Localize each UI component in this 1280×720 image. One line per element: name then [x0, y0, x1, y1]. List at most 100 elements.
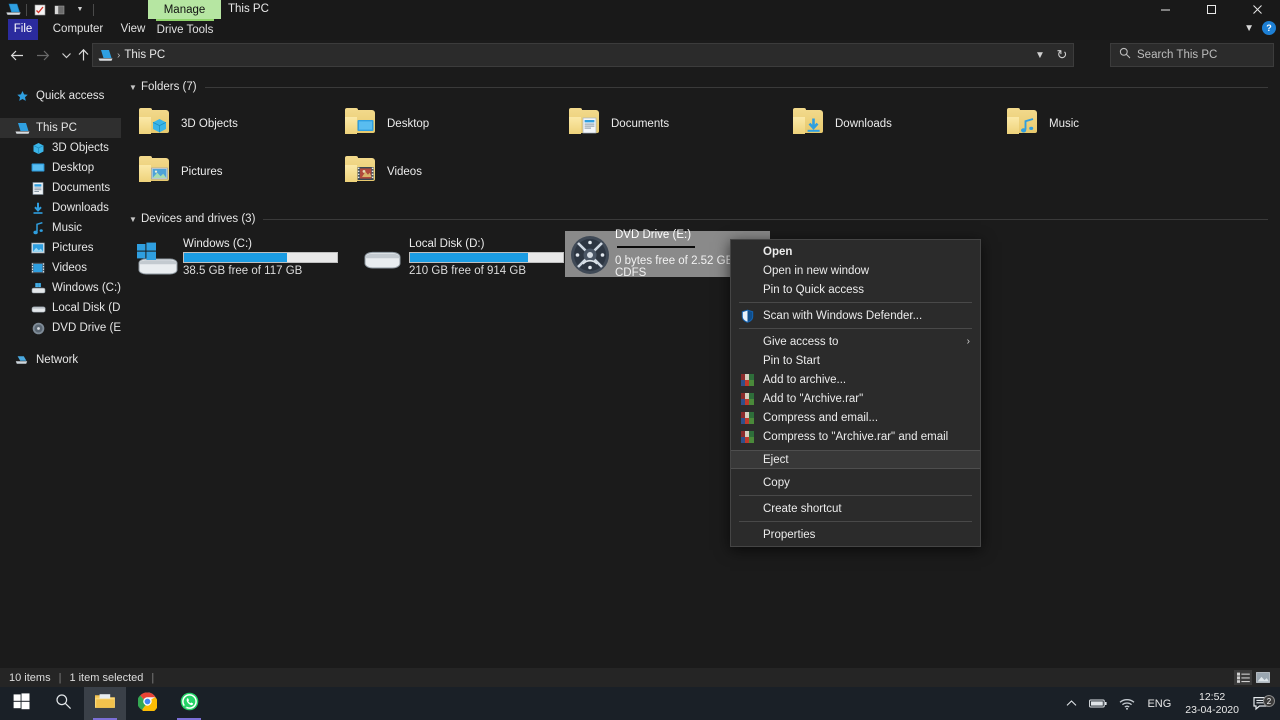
sidebar-item-pictures[interactable]: Pictures — [0, 238, 121, 258]
folder-tile-music[interactable]: Music — [999, 100, 1199, 148]
sidebar-item-dvd-drive-e[interactable]: DVD Drive (E:) Ch — [0, 318, 121, 338]
folder-tile-videos[interactable]: Videos — [337, 148, 537, 196]
menu-icon-placeholder — [739, 334, 755, 350]
tab-view[interactable]: View — [112, 19, 154, 40]
forward-arrow-icon[interactable] — [30, 40, 55, 70]
breadcrumb[interactable]: This PC — [124, 49, 165, 61]
minimize-button[interactable] — [1142, 0, 1188, 19]
group-rule — [205, 87, 1268, 88]
sidebar-item-desktop[interactable]: Desktop — [0, 158, 121, 178]
drive-tile-windows-c[interactable]: Windows (C:) 38.5 GB free of 117 GB — [133, 234, 338, 280]
menu-item-copy[interactable]: Copy — [731, 473, 980, 492]
sidebar-item-downloads[interactable]: Downloads — [0, 198, 121, 218]
windows-logo-icon — [13, 693, 30, 715]
sidebar-item-3d-objects[interactable]: 3D Objects — [0, 138, 121, 158]
address-bar-controls: ▼ ↻ — [1029, 47, 1073, 63]
folder-tile-3d-objects[interactable]: 3D Objects — [131, 100, 331, 148]
start-button[interactable] — [0, 687, 42, 720]
chevron-down-icon[interactable]: ▼ — [129, 215, 141, 224]
sidebar-item-documents[interactable]: Documents — [0, 178, 121, 198]
menu-item-add-to-archive-rar[interactable]: Add to "Archive.rar" — [731, 389, 980, 408]
folder-desktop-icon — [337, 102, 383, 146]
group-header-devices[interactable]: ▼ Devices and drives (3) — [129, 210, 1280, 228]
window-title: This PC — [228, 0, 269, 19]
folder-documents-icon — [561, 102, 607, 146]
clock[interactable]: 12:52 23-04-2020 — [1177, 691, 1247, 717]
sidebar-item-music[interactable]: Music — [0, 218, 121, 238]
menu-item-create-shortcut[interactable]: Create shortcut — [731, 499, 980, 518]
sidebar-item-videos[interactable]: Videos — [0, 258, 121, 278]
sidebar-item-local-disk-d[interactable]: Local Disk (D:) — [0, 298, 121, 318]
maximize-button[interactable] — [1188, 0, 1234, 19]
sidebar-item-windows-c[interactable]: Windows (C:) — [0, 278, 121, 298]
back-arrow-icon[interactable] — [5, 40, 30, 70]
close-button[interactable] — [1234, 0, 1280, 19]
search-button[interactable] — [42, 687, 84, 720]
sidebar-label: Documents — [52, 182, 110, 194]
battery-icon[interactable] — [1083, 698, 1113, 709]
wifi-icon[interactable] — [1113, 698, 1141, 710]
file-explorer-button[interactable] — [84, 687, 126, 720]
menu-item-properties[interactable]: Properties — [731, 525, 980, 544]
sidebar-gap-1 — [0, 106, 121, 118]
menu-item-add-to-archive[interactable]: Add to archive... — [731, 370, 980, 389]
menu-item-pin-to-start[interactable]: Pin to Start — [731, 351, 980, 370]
folder-tile-desktop[interactable]: Desktop — [337, 100, 537, 148]
details-view-icon[interactable] — [1234, 670, 1252, 685]
search-box[interactable]: Search This PC — [1110, 43, 1274, 67]
chevron-down-icon[interactable]: ▼ — [129, 83, 141, 92]
tab-file[interactable]: File — [8, 19, 38, 40]
sidebar-item-this-pc[interactable]: This PC — [0, 118, 121, 138]
folder-name: Downloads — [835, 118, 892, 130]
customize-quick-access-icon[interactable]: ▼ — [71, 1, 89, 19]
address-bar[interactable]: › This PC ▼ ↻ — [92, 43, 1074, 67]
context-menu: Open Open in new window Pin to Quick acc… — [730, 239, 981, 547]
refresh-icon[interactable]: ↻ — [1051, 47, 1073, 63]
contextual-tab-manage[interactable]: Manage — [148, 0, 221, 19]
action-center-button[interactable]: 2 — [1247, 696, 1280, 711]
properties-icon[interactable] — [31, 1, 49, 19]
sidebar-label: Windows (C:) — [52, 282, 121, 294]
language-indicator[interactable]: ENG — [1141, 698, 1177, 710]
menu-item-open[interactable]: Open — [731, 242, 980, 261]
menu-item-compress-and-email[interactable]: Compress and email... — [731, 408, 980, 427]
this-pc-icon[interactable] — [4, 1, 22, 19]
folder-tile-pictures[interactable]: Pictures — [131, 148, 331, 196]
chevron-down-icon[interactable]: ▼ — [1244, 23, 1254, 34]
menu-item-compress-to-archive-rar-and-email[interactable]: Compress to "Archive.rar" and email — [731, 427, 980, 446]
menu-item-open-in-new-window[interactable]: Open in new window — [731, 261, 980, 280]
tab-computer[interactable]: Computer — [46, 19, 110, 40]
drive-tile-local-disk-d[interactable]: Local Disk (D:) 210 GB free of 914 GB — [359, 234, 564, 280]
drive-name-text: DVD Drive (E:) — [615, 229, 691, 241]
capacity-fill — [184, 253, 287, 262]
view-buttons — [1234, 670, 1272, 685]
address-dropdown-icon[interactable]: ▼ — [1029, 50, 1051, 61]
folder-tile-downloads[interactable]: Downloads — [785, 100, 985, 148]
help-icon[interactable]: ? — [1262, 21, 1276, 35]
search-input[interactable]: Search This PC — [1137, 49, 1217, 61]
taskbar: ENG 12:52 23-04-2020 2 — [0, 687, 1280, 720]
menu-item-eject[interactable]: Eject — [731, 450, 980, 469]
group-header-folders[interactable]: ▼ Folders (7) — [129, 78, 1280, 96]
sidebar-label: Videos — [52, 262, 87, 274]
chrome-button[interactable] — [126, 687, 168, 720]
taskbar-items — [0, 687, 210, 720]
sidebar-label: This PC — [36, 122, 77, 134]
folder-tile-documents[interactable]: Documents — [561, 100, 761, 148]
large-icons-view-icon[interactable] — [1254, 670, 1272, 685]
sidebar-item-network[interactable]: Network — [0, 350, 121, 370]
menu-item-pin-to-quick-access[interactable]: Pin to Quick access — [731, 280, 980, 299]
chevron-up-icon[interactable] — [1060, 699, 1083, 708]
new-folder-icon[interactable] — [51, 1, 69, 19]
menu-separator — [739, 328, 972, 329]
system-tray: ENG 12:52 23-04-2020 2 — [1060, 687, 1280, 720]
menu-icon-placeholder — [739, 263, 755, 279]
tab-drive-tools[interactable]: Drive Tools — [156, 19, 214, 40]
folder-pictures-icon — [131, 150, 177, 194]
menu-icon-placeholder — [739, 244, 755, 260]
sidebar-item-quick-access[interactable]: Quick access — [0, 86, 121, 106]
menu-item-label: Give access to — [763, 336, 838, 348]
menu-item-scan-with-windows-defender[interactable]: Scan with Windows Defender... — [731, 306, 980, 325]
menu-item-give-access-to[interactable]: Give access to › — [731, 332, 980, 351]
whatsapp-button[interactable] — [168, 687, 210, 720]
